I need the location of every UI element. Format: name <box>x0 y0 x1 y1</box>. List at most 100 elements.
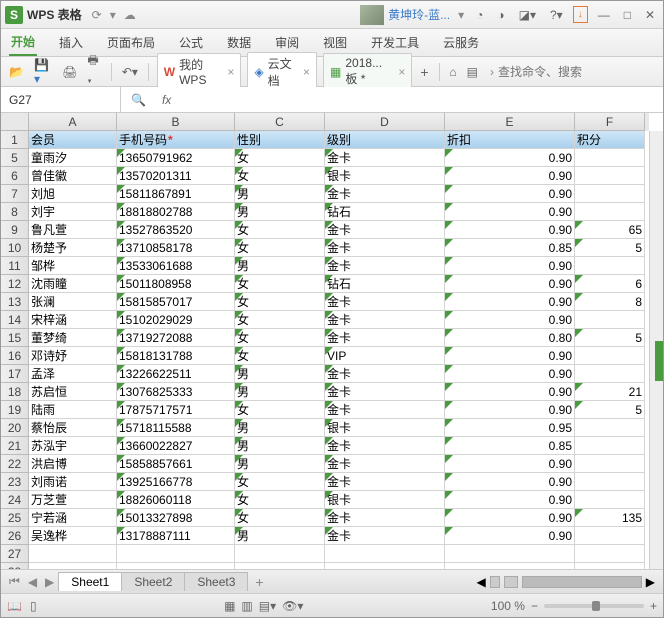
cell-F23[interactable] <box>575 473 645 491</box>
cell-C20[interactable]: 男 <box>235 419 325 437</box>
open-icon[interactable]: 📂 <box>7 65 26 79</box>
cell-B18[interactable]: 13076825333 <box>117 383 235 401</box>
cell-E25[interactable]: 0.90 <box>445 509 575 527</box>
tab-mywps[interactable]: W我的WPS× <box>157 53 242 90</box>
cell-A7[interactable]: 刘旭 <box>29 185 117 203</box>
cell-F5[interactable] <box>575 149 645 167</box>
cell-D28[interactable] <box>325 563 445 569</box>
cell-E18[interactable]: 0.90 <box>445 383 575 401</box>
cell-A26[interactable]: 吴逸桦 <box>29 527 117 545</box>
menu-云服务[interactable]: 云服务 <box>441 30 481 55</box>
minimize-button[interactable]: — <box>594 6 614 24</box>
reading-icon[interactable]: 👁▾ <box>282 599 303 613</box>
row-header-9[interactable]: 9 <box>1 221 29 239</box>
cloud-icon[interactable]: ☁ <box>124 8 136 22</box>
cell-A25[interactable]: 宁若涵 <box>29 509 117 527</box>
row-header-16[interactable]: 16 <box>1 347 29 365</box>
cell-D25[interactable]: 金卡 <box>325 509 445 527</box>
horizontal-scroll[interactable]: ◀ ▶ <box>272 575 659 589</box>
cell-E28[interactable] <box>445 563 575 569</box>
view-page-icon[interactable]: ▥ <box>241 599 252 613</box>
cell-D22[interactable]: 金卡 <box>325 455 445 473</box>
cell-D24[interactable]: 银卡 <box>325 491 445 509</box>
cell-D19[interactable]: 金卡 <box>325 401 445 419</box>
cell-C21[interactable]: 男 <box>235 437 325 455</box>
cell-A6[interactable]: 曾佳徽 <box>29 167 117 185</box>
cell-F13[interactable]: 8 <box>575 293 645 311</box>
cell-D17[interactable]: 金卡 <box>325 365 445 383</box>
app-dropdown-icon[interactable]: ◪▾ <box>515 6 540 24</box>
cell-D1[interactable]: 级别 <box>325 131 445 149</box>
cell-D18[interactable]: 金卡 <box>325 383 445 401</box>
cell-B6[interactable]: 13570201311 <box>117 167 235 185</box>
cell-C19[interactable]: 女 <box>235 401 325 419</box>
cell-F27[interactable] <box>575 545 645 563</box>
cell-A17[interactable]: 孟泽 <box>29 365 117 383</box>
cell-E19[interactable]: 0.90 <box>445 401 575 419</box>
undo-icon[interactable]: ↶▾ <box>120 65 140 79</box>
cell-C23[interactable]: 女 <box>235 473 325 491</box>
cell-A16[interactable]: 邓诗妤 <box>29 347 117 365</box>
cell-D6[interactable]: 银卡 <box>325 167 445 185</box>
tab-cloud[interactable]: ◈云文档× <box>247 52 317 92</box>
cell-B21[interactable]: 13660022827 <box>117 437 235 455</box>
cell-F18[interactable]: 21 <box>575 383 645 401</box>
menu-页面布局[interactable]: 页面布局 <box>105 30 157 55</box>
cell-C18[interactable]: 男 <box>235 383 325 401</box>
row-header-26[interactable]: 26 <box>1 527 29 545</box>
cell-F10[interactable]: 5 <box>575 239 645 257</box>
row-header-8[interactable]: 8 <box>1 203 29 221</box>
cell-B15[interactable]: 13719272088 <box>117 329 235 347</box>
cell-E14[interactable]: 0.90 <box>445 311 575 329</box>
cell-A20[interactable]: 蔡怡辰 <box>29 419 117 437</box>
cell-A1[interactable]: 会员 <box>29 131 117 149</box>
cell-E11[interactable]: 0.90 <box>445 257 575 275</box>
cell-F14[interactable] <box>575 311 645 329</box>
cell-B13[interactable]: 15815857017 <box>117 293 235 311</box>
user-avatar[interactable] <box>360 5 384 25</box>
cell-D21[interactable]: 金卡 <box>325 437 445 455</box>
hscroll-left-icon[interactable]: ◀ <box>477 575 486 589</box>
col-header-E[interactable]: E <box>445 113 575 131</box>
cell-B10[interactable]: 13710858178 <box>117 239 235 257</box>
cell-F17[interactable] <box>575 365 645 383</box>
sheet-nav-prev-icon[interactable]: ◀ <box>24 575 41 589</box>
cell-D16[interactable]: VIP <box>325 347 445 365</box>
cell-C5[interactable]: 女 <box>235 149 325 167</box>
cell-B20[interactable]: 15718115588 <box>117 419 235 437</box>
cell-A18[interactable]: 苏启恒 <box>29 383 117 401</box>
cell-F12[interactable]: 6 <box>575 275 645 293</box>
cell-D11[interactable]: 金卡 <box>325 257 445 275</box>
row-header-10[interactable]: 10 <box>1 239 29 257</box>
row-header-20[interactable]: 20 <box>1 419 29 437</box>
fx-search-icon[interactable]: 🔍 <box>121 93 156 107</box>
cell-C8[interactable]: 男 <box>235 203 325 221</box>
menu-开发工具[interactable]: 开发工具 <box>369 30 421 55</box>
row-header-23[interactable]: 23 <box>1 473 29 491</box>
sheet-tab-Sheet2[interactable]: Sheet2 <box>121 572 185 591</box>
cell-B19[interactable]: 17875717571 <box>117 401 235 419</box>
cell-F21[interactable] <box>575 437 645 455</box>
cell-C17[interactable]: 男 <box>235 365 325 383</box>
cell-D20[interactable]: 银卡 <box>325 419 445 437</box>
dropdown-icon[interactable]: ▾ <box>110 8 116 22</box>
cell-E27[interactable] <box>445 545 575 563</box>
search-input[interactable] <box>498 65 653 79</box>
cell-D23[interactable]: 金卡 <box>325 473 445 491</box>
zoom-in-button[interactable]: + <box>650 599 657 613</box>
cell-B25[interactable]: 15013327898 <box>117 509 235 527</box>
sync-icon[interactable]: ⟳ <box>92 8 102 22</box>
cell-A8[interactable]: 刘宇 <box>29 203 117 221</box>
cell-C14[interactable]: 女 <box>235 311 325 329</box>
cell-D15[interactable]: 金卡 <box>325 329 445 347</box>
cell-C11[interactable]: 男 <box>235 257 325 275</box>
cell-A27[interactable] <box>29 545 117 563</box>
cell-F1[interactable]: 积分 <box>575 131 645 149</box>
cell-E20[interactable]: 0.95 <box>445 419 575 437</box>
cell-B5[interactable]: 13650791962 <box>117 149 235 167</box>
cell-E12[interactable]: 0.90 <box>445 275 575 293</box>
row-header-6[interactable]: 6 <box>1 167 29 185</box>
cell-C9[interactable]: 女 <box>235 221 325 239</box>
row-header-17[interactable]: 17 <box>1 365 29 383</box>
row-header-27[interactable]: 27 <box>1 545 29 563</box>
